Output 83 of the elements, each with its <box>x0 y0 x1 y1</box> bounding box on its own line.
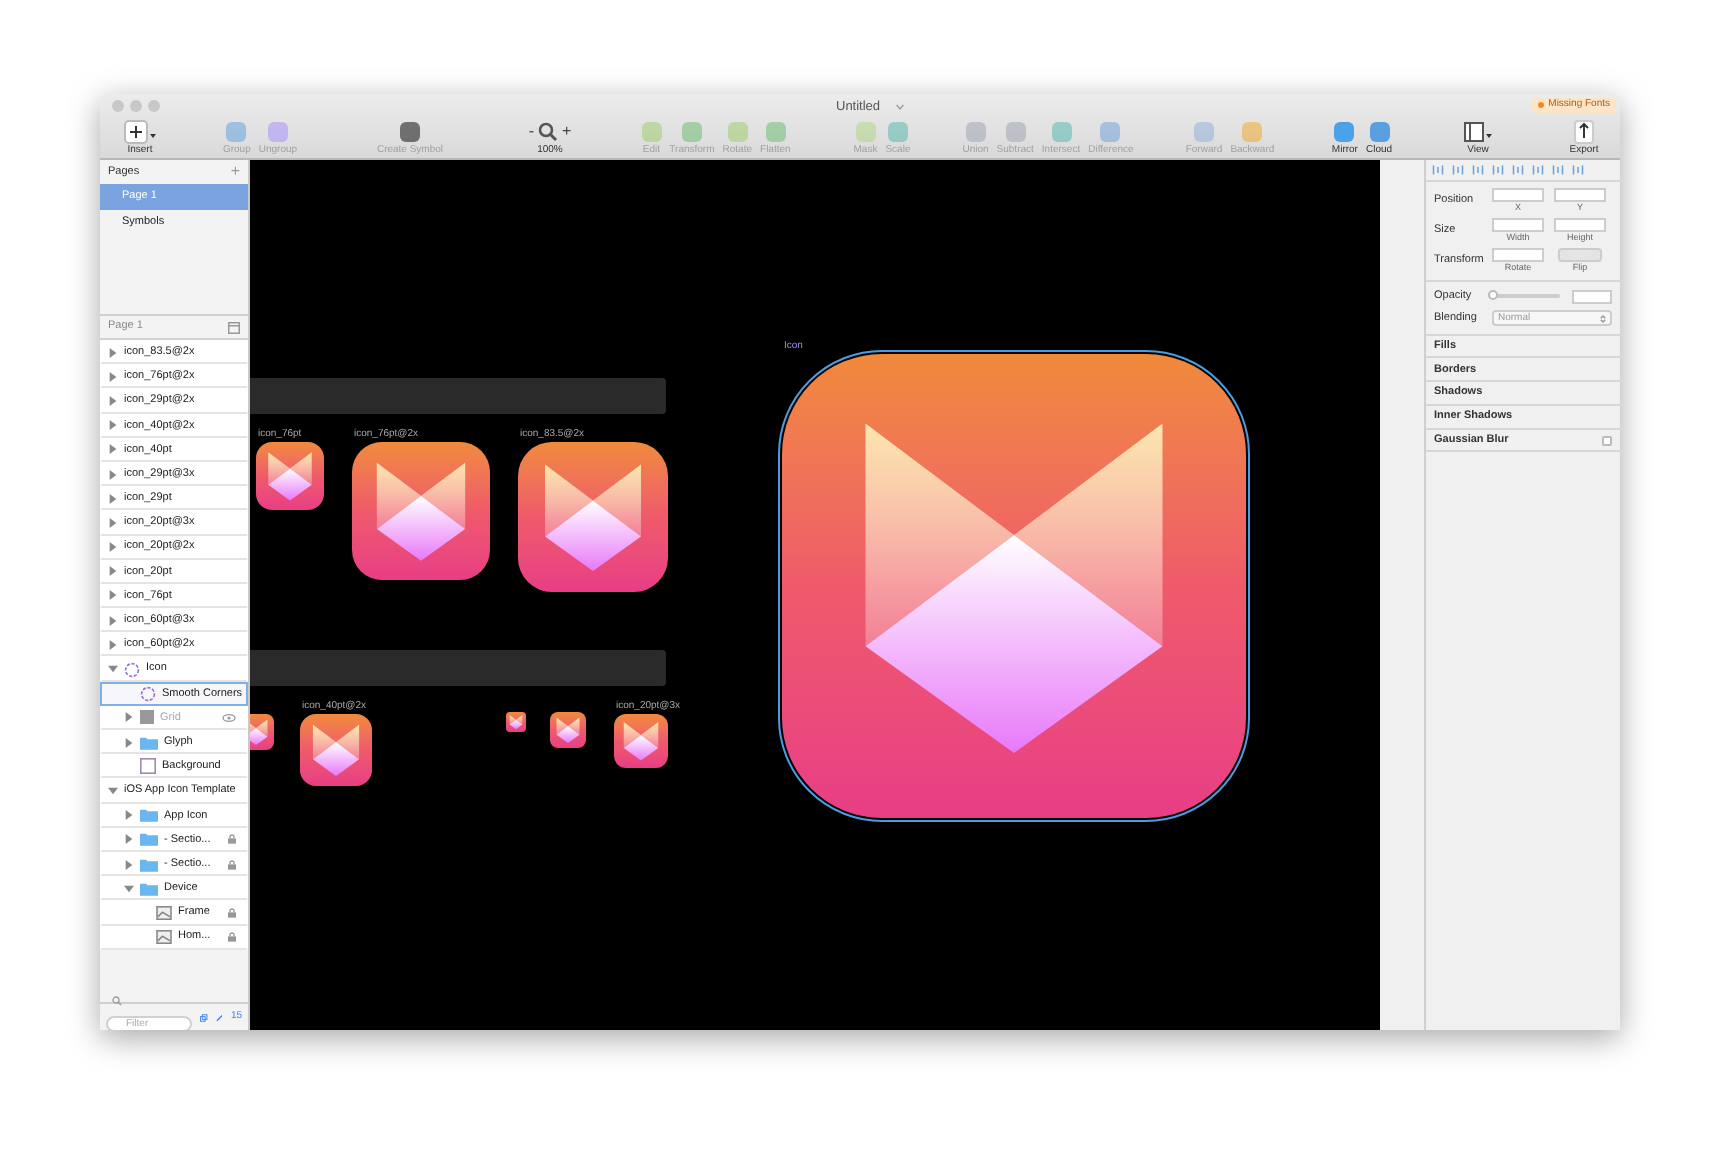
app-icon[interactable] <box>352 442 490 580</box>
window-icon <box>1464 121 1492 141</box>
tool-icon <box>1051 121 1071 141</box>
image-icon <box>156 905 172 920</box>
tool-icon <box>1242 121 1263 141</box>
align-icon[interactable] <box>1512 164 1524 176</box>
tool-icon <box>965 121 986 141</box>
align-icon[interactable] <box>1492 164 1504 176</box>
disclosure-right-icon[interactable] <box>108 395 118 406</box>
disclosure-down-icon[interactable] <box>108 664 118 675</box>
tool-icon <box>399 121 420 141</box>
opacity-slider-thumb[interactable] <box>1488 290 1498 301</box>
app-icon[interactable] <box>256 442 324 510</box>
tool-icon <box>681 121 702 141</box>
app-icon[interactable] <box>506 712 526 732</box>
caret-icon[interactable] <box>896 104 904 110</box>
lock-icon[interactable] <box>228 907 236 918</box>
lock-icon[interactable] <box>228 834 236 845</box>
number-field[interactable] <box>1492 188 1544 202</box>
plus-icon <box>124 119 156 143</box>
eye-icon[interactable] <box>222 713 236 722</box>
tool-icon <box>1334 121 1355 141</box>
tool-icon <box>1369 121 1390 141</box>
disclosure-right-icon[interactable] <box>124 810 134 821</box>
lock-icon[interactable] <box>228 932 236 943</box>
pencil-icon[interactable] <box>215 1011 223 1023</box>
tool-icon <box>267 121 288 141</box>
disclosure-right-icon[interactable] <box>108 542 118 553</box>
app-icon[interactable] <box>300 714 372 786</box>
disclosure-right-icon[interactable] <box>108 517 118 528</box>
disclosure-right-icon[interactable] <box>108 639 118 650</box>
folder-icon <box>140 735 158 750</box>
disclosure-right-icon[interactable] <box>108 444 118 455</box>
tool-icon <box>727 121 748 141</box>
search-icon <box>112 996 122 1006</box>
disclosure-right-icon[interactable] <box>108 590 118 601</box>
tool-icon <box>641 121 662 141</box>
align-icon[interactable] <box>1452 164 1464 176</box>
disclosure-right-icon[interactable] <box>108 493 118 504</box>
disclosure-down-icon[interactable] <box>108 785 118 796</box>
disclosure-right-icon[interactable] <box>108 420 118 431</box>
number-field[interactable] <box>1554 188 1606 202</box>
number-field[interactable] <box>1492 248 1544 262</box>
disclosure-right-icon[interactable] <box>124 859 134 870</box>
stepper-icon <box>1600 313 1606 324</box>
disclosure-right-icon[interactable] <box>108 566 118 577</box>
tool-icon <box>855 121 876 141</box>
warning-dot-icon <box>1538 102 1545 109</box>
align-icon[interactable] <box>1432 164 1444 176</box>
disclosure-right-icon[interactable] <box>124 834 134 845</box>
calendar-icon[interactable] <box>228 321 240 333</box>
opacity-field[interactable] <box>1572 289 1612 304</box>
copy-icon[interactable] <box>200 1011 208 1023</box>
grid-icon <box>140 710 154 725</box>
app-icon[interactable] <box>550 712 586 748</box>
disclosure-right-icon[interactable] <box>108 371 118 382</box>
number-field[interactable] <box>1492 218 1544 232</box>
disclosure-right-icon[interactable] <box>108 469 118 480</box>
lock-icon[interactable] <box>228 859 236 870</box>
app-icon[interactable] <box>518 442 668 592</box>
tool-icon <box>1194 121 1215 141</box>
search-icon <box>538 121 558 141</box>
align-icon[interactable] <box>1472 164 1484 176</box>
disclosure-right-icon[interactable] <box>124 737 134 748</box>
tool-icon <box>226 121 247 141</box>
image-icon <box>156 930 172 945</box>
disclosure-right-icon[interactable] <box>108 615 118 626</box>
disclosure-right-icon[interactable] <box>124 712 134 723</box>
number-field[interactable] <box>1554 218 1606 232</box>
disclosure-right-icon[interactable] <box>108 347 118 358</box>
app-icon[interactable] <box>614 714 668 768</box>
disclosure-down-icon[interactable] <box>124 883 134 894</box>
checkbox[interactable] <box>1602 435 1612 446</box>
tool-icon <box>887 121 908 141</box>
app-icon[interactable] <box>782 354 1246 818</box>
align-icon[interactable] <box>1552 164 1564 176</box>
tool-icon <box>765 121 786 141</box>
align-icon[interactable] <box>1532 164 1544 176</box>
tool-icon <box>1100 121 1121 141</box>
align-icon[interactable] <box>1572 164 1584 176</box>
tool-icon <box>1005 121 1026 141</box>
rectangle-icon <box>140 758 156 775</box>
share-icon <box>1573 119 1594 143</box>
